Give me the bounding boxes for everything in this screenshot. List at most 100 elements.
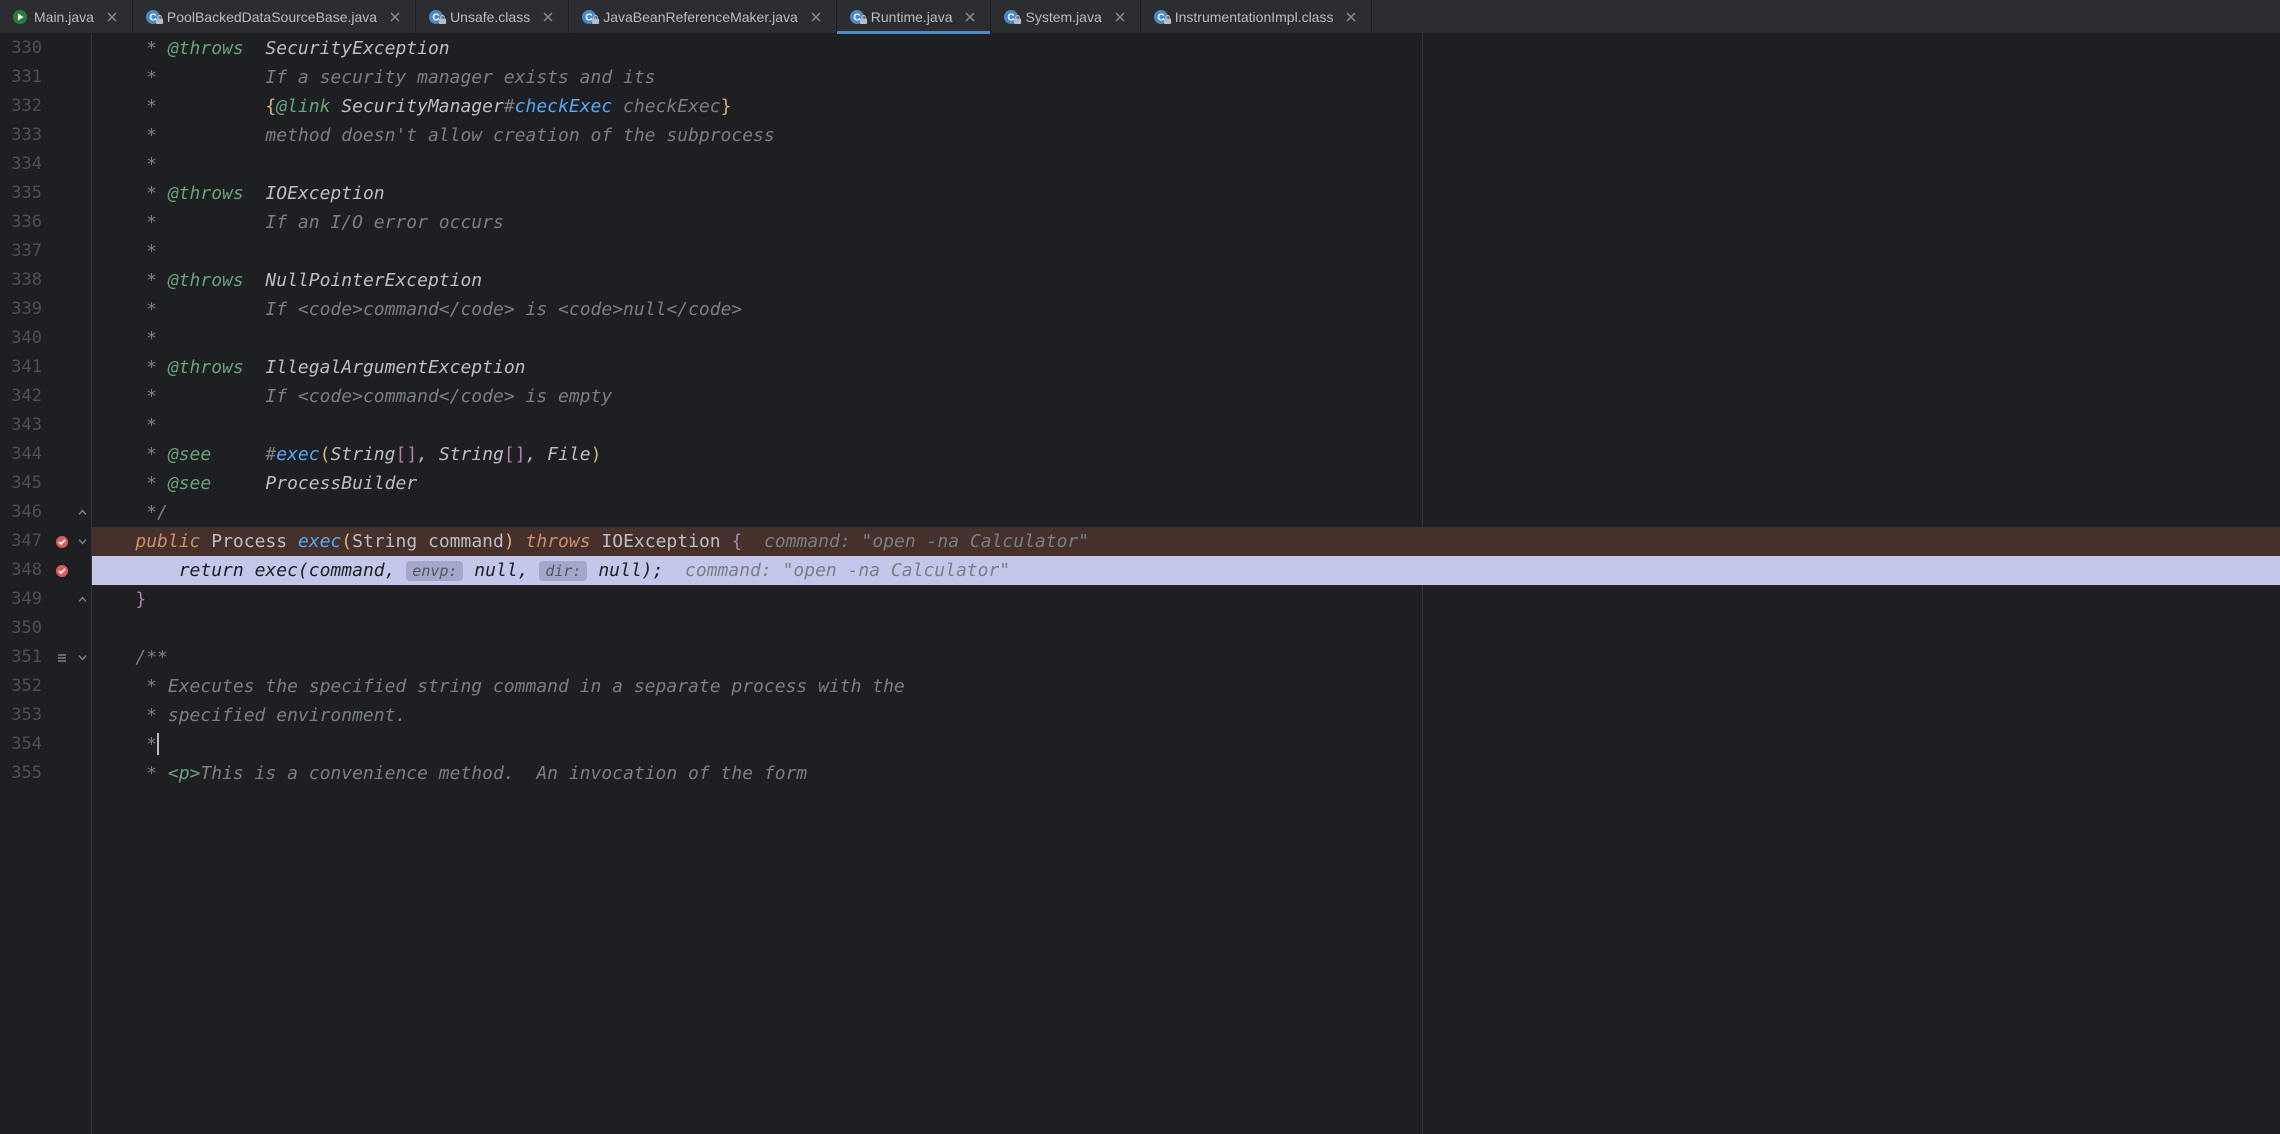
- fold-marker[interactable]: [74, 208, 91, 237]
- tab-runtime-java[interactable]: CRuntime.java: [837, 0, 992, 33]
- gutter-marker[interactable]: [50, 614, 74, 643]
- code-line[interactable]: *: [92, 150, 2280, 179]
- code-line[interactable]: * specified environment.: [92, 701, 2280, 730]
- gutter-marker[interactable]: [50, 585, 74, 614]
- line-number[interactable]: 340: [0, 324, 42, 353]
- gutter-marker[interactable]: [50, 150, 74, 179]
- gutter-marker[interactable]: [50, 92, 74, 121]
- gutter-marker[interactable]: [50, 730, 74, 759]
- fold-marker[interactable]: [74, 324, 91, 353]
- fold-marker[interactable]: [74, 295, 91, 324]
- fold-marker[interactable]: [74, 556, 91, 585]
- fold-marker[interactable]: [74, 237, 91, 266]
- code-line[interactable]: * {@link SecurityManager#checkExec check…: [92, 92, 2280, 121]
- fold-marker[interactable]: [74, 614, 91, 643]
- fold-marker[interactable]: [74, 672, 91, 701]
- line-number[interactable]: 332: [0, 92, 42, 121]
- line-number[interactable]: 337: [0, 237, 42, 266]
- fold-marker[interactable]: [74, 585, 91, 614]
- code-line[interactable]: * @see ProcessBuilder: [92, 469, 2280, 498]
- line-number[interactable]: 347: [0, 527, 42, 556]
- tab-system-java[interactable]: CSystem.java: [991, 0, 1140, 33]
- gutter-marker[interactable]: [50, 353, 74, 382]
- code-line[interactable]: * @throws NullPointerException: [92, 266, 2280, 295]
- fold-marker[interactable]: [74, 701, 91, 730]
- code-line[interactable]: *: [92, 324, 2280, 353]
- line-number[interactable]: 341: [0, 353, 42, 382]
- code-line[interactable]: * @see #exec(String[], String[], File): [92, 440, 2280, 469]
- code-line[interactable]: * <p>This is a convenience method. An in…: [92, 759, 2280, 788]
- fold-marker[interactable]: [74, 179, 91, 208]
- code-line[interactable]: return exec(command, envp: null, dir: nu…: [92, 556, 2280, 585]
- gutter-marker[interactable]: [50, 411, 74, 440]
- fold-marker[interactable]: [74, 150, 91, 179]
- fold-marker[interactable]: [74, 266, 91, 295]
- fold-marker[interactable]: [74, 63, 91, 92]
- fold-marker[interactable]: [74, 121, 91, 150]
- gutter-marker[interactable]: [50, 179, 74, 208]
- gutter-marker[interactable]: [50, 672, 74, 701]
- code-line[interactable]: * If a security manager exists and its: [92, 63, 2280, 92]
- line-number[interactable]: 352: [0, 672, 42, 701]
- code-line[interactable]: *: [92, 411, 2280, 440]
- gutter-marker[interactable]: [50, 440, 74, 469]
- code-line[interactable]: * @throws IOException: [92, 179, 2280, 208]
- line-number[interactable]: 336: [0, 208, 42, 237]
- code-line[interactable]: * If <code>command</code> is empty: [92, 382, 2280, 411]
- tab-main-java[interactable]: Main.java: [0, 0, 133, 33]
- fold-marker[interactable]: [74, 469, 91, 498]
- line-number[interactable]: 343: [0, 411, 42, 440]
- gutter-marker[interactable]: [50, 324, 74, 353]
- code-line[interactable]: /**: [92, 643, 2280, 672]
- code-line[interactable]: }: [92, 585, 2280, 614]
- fold-marker[interactable]: [74, 92, 91, 121]
- code-line[interactable]: * @throws IllegalArgumentException: [92, 353, 2280, 382]
- gutter-marker[interactable]: [50, 382, 74, 411]
- fold-marker[interactable]: [74, 440, 91, 469]
- line-number[interactable]: 349: [0, 585, 42, 614]
- line-number[interactable]: 338: [0, 266, 42, 295]
- line-number[interactable]: 345: [0, 469, 42, 498]
- code-area[interactable]: * @throws SecurityException * If a secur…: [92, 34, 2280, 1134]
- gutter-marker[interactable]: [50, 266, 74, 295]
- gutter-marker[interactable]: [50, 498, 74, 527]
- close-icon[interactable]: [540, 9, 556, 25]
- gutter-marker[interactable]: [50, 701, 74, 730]
- line-number[interactable]: 355: [0, 759, 42, 788]
- fold-marker[interactable]: [74, 498, 91, 527]
- tab-poolbackeddatasourcebase-java[interactable]: CPoolBackedDataSourceBase.java: [133, 0, 416, 33]
- code-line[interactable]: *: [92, 730, 2280, 759]
- close-icon[interactable]: [1112, 9, 1128, 25]
- fold-marker[interactable]: [74, 353, 91, 382]
- code-line[interactable]: * method doesn't allow creation of the s…: [92, 121, 2280, 150]
- fold-marker[interactable]: [74, 34, 91, 63]
- line-number[interactable]: 335: [0, 179, 42, 208]
- code-line[interactable]: * Executes the specified string command …: [92, 672, 2280, 701]
- line-number[interactable]: 334: [0, 150, 42, 179]
- line-number[interactable]: 339: [0, 295, 42, 324]
- line-number[interactable]: 351: [0, 643, 42, 672]
- fold-marker[interactable]: [74, 411, 91, 440]
- line-number[interactable]: 354: [0, 730, 42, 759]
- code-line[interactable]: */: [92, 498, 2280, 527]
- fold-marker[interactable]: [74, 382, 91, 411]
- code-line[interactable]: [92, 614, 2280, 643]
- fold-marker[interactable]: [74, 759, 91, 788]
- line-number[interactable]: 353: [0, 701, 42, 730]
- gutter-marker[interactable]: [50, 527, 74, 556]
- code-line[interactable]: * @throws SecurityException: [92, 34, 2280, 63]
- line-number[interactable]: 350: [0, 614, 42, 643]
- close-icon[interactable]: [808, 9, 824, 25]
- tab-instrumentationimpl-class[interactable]: CInstrumentationImpl.class: [1141, 0, 1373, 33]
- fold-marker[interactable]: [74, 730, 91, 759]
- close-icon[interactable]: [1343, 9, 1359, 25]
- close-icon[interactable]: [962, 9, 978, 25]
- code-line[interactable]: *: [92, 237, 2280, 266]
- line-number[interactable]: 346: [0, 498, 42, 527]
- close-icon[interactable]: [104, 9, 120, 25]
- code-line[interactable]: public Process exec(String command) thro…: [92, 527, 2280, 556]
- fold-marker[interactable]: [74, 643, 91, 672]
- line-number[interactable]: 344: [0, 440, 42, 469]
- code-line[interactable]: * If <code>command</code> is <code>null<…: [92, 295, 2280, 324]
- gutter-marker[interactable]: [50, 556, 74, 585]
